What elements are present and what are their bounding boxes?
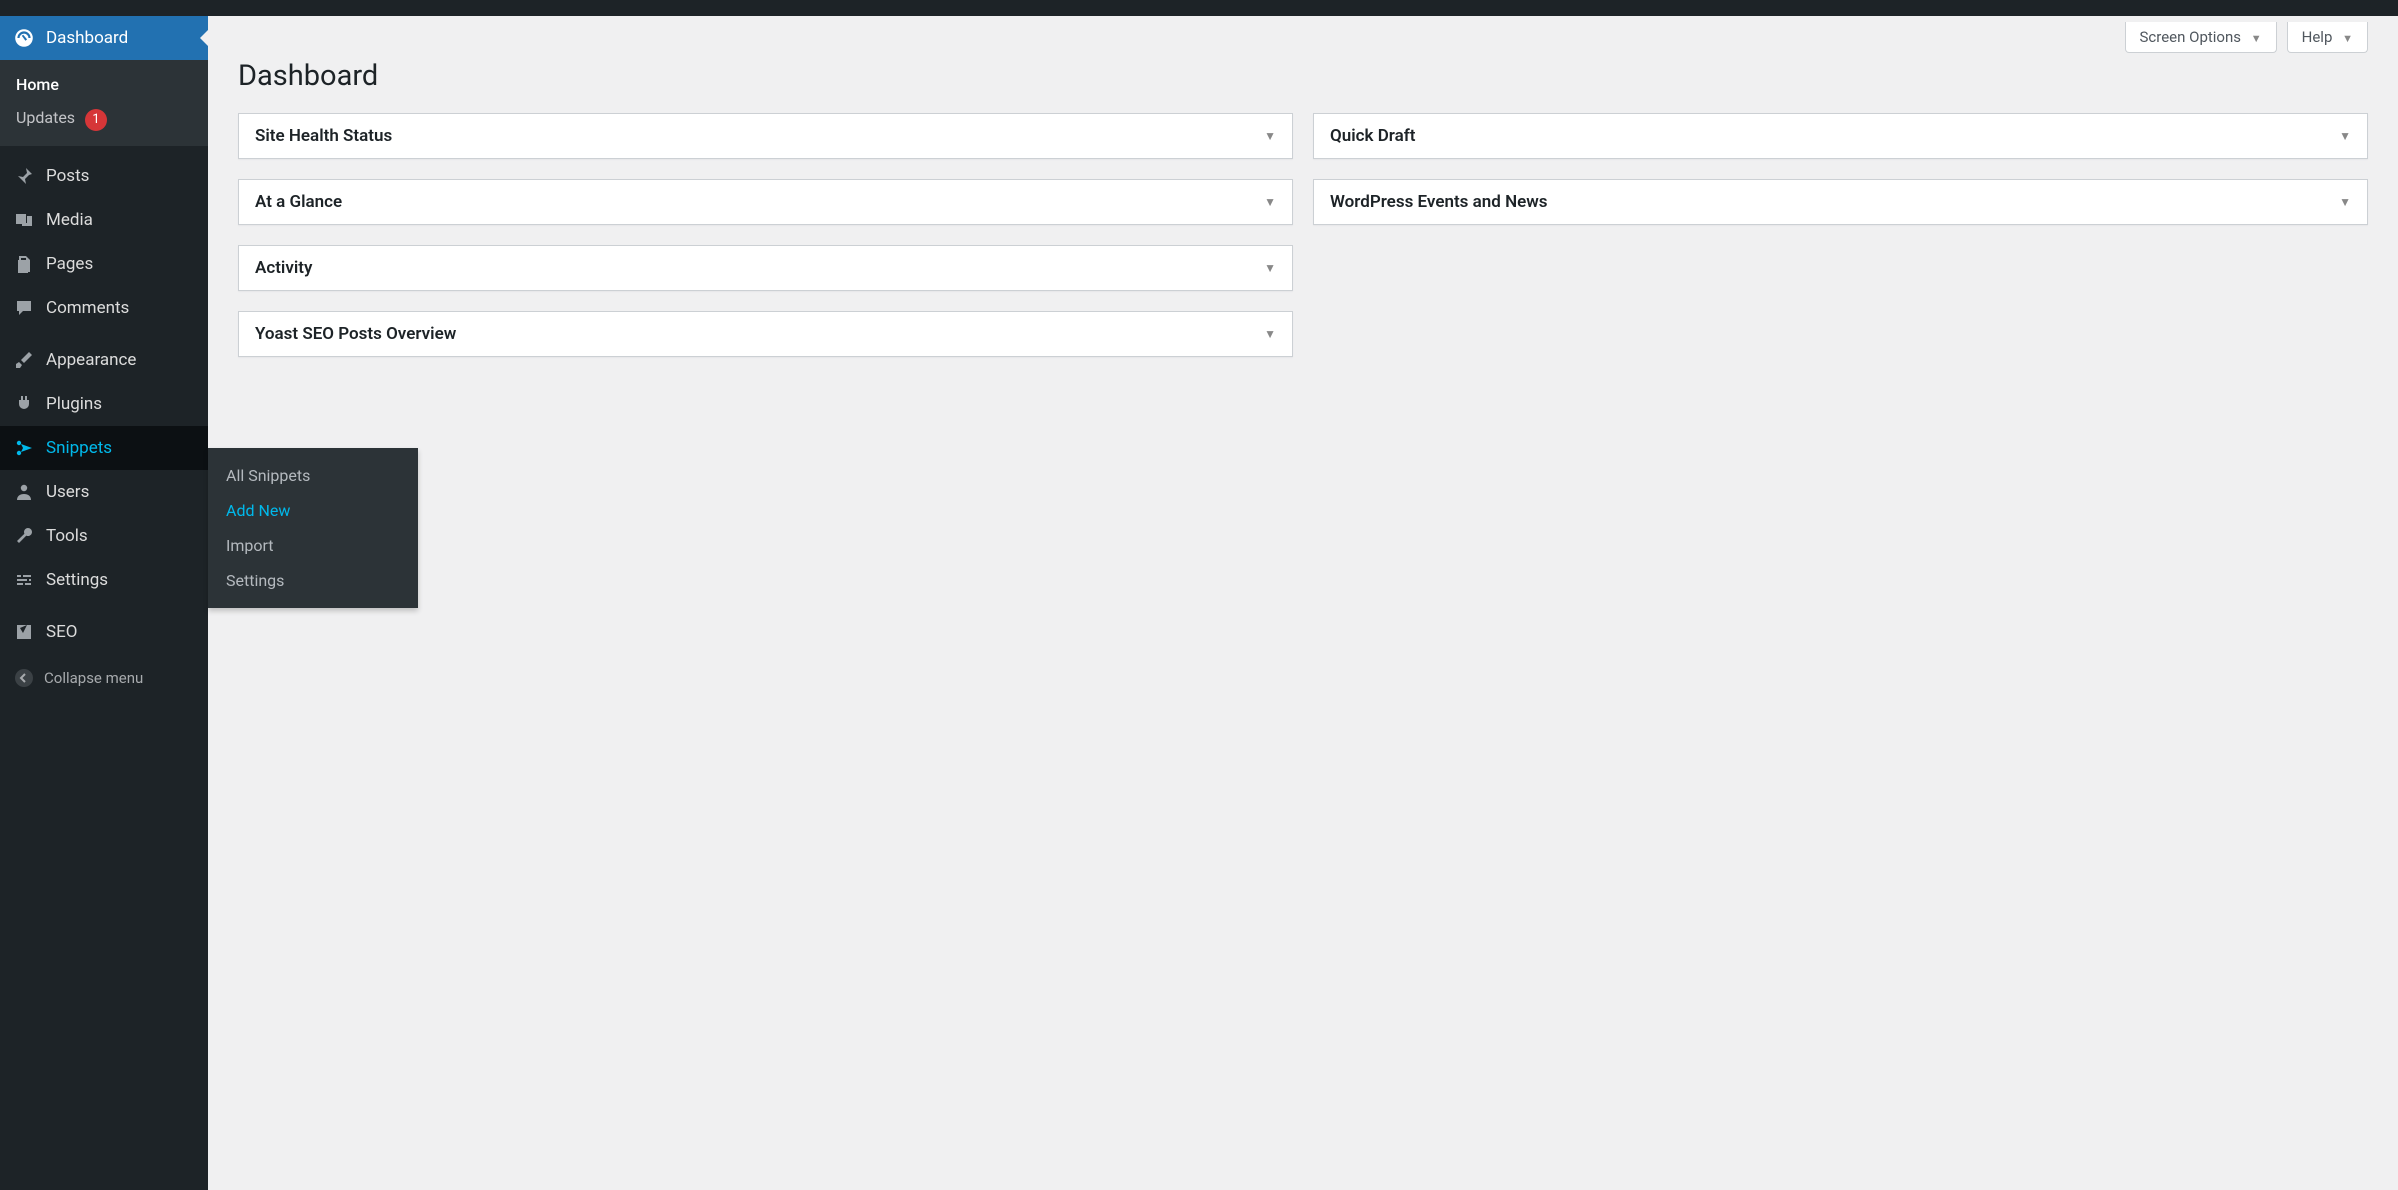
sidebar-item-tools[interactable]: Tools: [0, 514, 208, 558]
dashboard-widgets: Site Health Status ▼ At a Glance ▼ Activ…: [238, 113, 2368, 357]
collapse-icon: [12, 666, 36, 690]
widget-toggle[interactable]: WordPress Events and News ▼: [1314, 180, 2367, 224]
snippets-flyout: All Snippets Add New Import Settings: [208, 448, 418, 608]
plug-icon: [12, 392, 36, 416]
sidebar-item-label: Dashboard: [46, 28, 196, 48]
updates-badge: 1: [85, 109, 107, 131]
collapse-label: Collapse menu: [44, 669, 143, 687]
sidebar-item-dashboard[interactable]: Dashboard: [0, 16, 208, 60]
sidebar-item-label: Pages: [46, 254, 196, 274]
sidebar-item-plugins[interactable]: Plugins: [0, 382, 208, 426]
admin-bar: [0, 0, 2398, 16]
submenu-updates-label: Updates: [16, 108, 75, 127]
sidebar-item-users[interactable]: Users: [0, 470, 208, 514]
widget-at-a-glance: At a Glance ▼: [238, 179, 1293, 225]
admin-sidebar: Dashboard Home Updates 1 Posts Media Pag…: [0, 0, 208, 1190]
widget-title: Site Health Status: [255, 126, 392, 146]
page-title: Dashboard: [238, 59, 2368, 93]
screen-options-tab[interactable]: Screen Options ▼: [2125, 22, 2277, 53]
widget-quick-draft: Quick Draft ▼: [1313, 113, 2368, 159]
widget-yoast-overview: Yoast SEO Posts Overview ▼: [238, 311, 1293, 357]
sidebar-item-appearance[interactable]: Appearance: [0, 338, 208, 382]
sidebar-item-label: Posts: [46, 166, 196, 186]
wrench-icon: [12, 524, 36, 548]
sidebar-item-pages[interactable]: Pages: [0, 242, 208, 286]
chevron-down-icon: ▼: [1264, 261, 1276, 275]
sidebar-item-seo[interactable]: SEO: [0, 610, 208, 654]
sidebar-item-label: Plugins: [46, 394, 196, 414]
help-tab[interactable]: Help ▼: [2287, 22, 2368, 53]
widgets-column-left: Site Health Status ▼ At a Glance ▼ Activ…: [238, 113, 1293, 357]
pages-icon: [12, 252, 36, 276]
widget-toggle[interactable]: Yoast SEO Posts Overview ▼: [239, 312, 1292, 356]
sidebar-item-label: Snippets: [46, 438, 196, 458]
media-icon: [12, 208, 36, 232]
sidebar-item-label: Comments: [46, 298, 196, 318]
chevron-down-icon: ▼: [2251, 32, 2262, 45]
widget-title: At a Glance: [255, 192, 342, 212]
widget-title: Yoast SEO Posts Overview: [255, 324, 456, 344]
sidebar-item-label: Tools: [46, 526, 196, 546]
widget-title: Activity: [255, 258, 312, 278]
dashboard-icon: [12, 26, 36, 50]
widget-activity: Activity ▼: [238, 245, 1293, 291]
widgets-column-right: Quick Draft ▼ WordPress Events and News …: [1313, 113, 2368, 357]
sidebar-item-posts[interactable]: Posts: [0, 154, 208, 198]
widget-toggle[interactable]: Activity ▼: [239, 246, 1292, 290]
widget-toggle[interactable]: Site Health Status ▼: [239, 114, 1292, 158]
pin-icon: [12, 164, 36, 188]
submenu-home[interactable]: Home: [0, 68, 208, 101]
sidebar-item-label: Users: [46, 482, 196, 502]
yoast-icon: [12, 620, 36, 644]
sidebar-item-label: Media: [46, 210, 196, 230]
sidebar-item-comments[interactable]: Comments: [0, 286, 208, 330]
flyout-settings[interactable]: Settings: [208, 563, 418, 598]
dashboard-submenu: Home Updates 1: [0, 60, 208, 146]
chevron-down-icon: ▼: [2342, 32, 2353, 45]
widget-toggle[interactable]: At a Glance ▼: [239, 180, 1292, 224]
sidebar-item-settings[interactable]: Settings: [0, 558, 208, 602]
chevron-down-icon: ▼: [2339, 129, 2351, 143]
submenu-updates[interactable]: Updates 1: [0, 101, 208, 138]
comments-icon: [12, 296, 36, 320]
chevron-down-icon: ▼: [1264, 129, 1276, 143]
contextual-tabs: Screen Options ▼ Help ▼: [238, 16, 2368, 53]
user-icon: [12, 480, 36, 504]
flyout-add-new[interactable]: Add New: [208, 493, 418, 528]
help-label: Help: [2302, 28, 2333, 46]
sidebar-item-label: Appearance: [46, 350, 196, 370]
scissors-icon: [12, 436, 36, 460]
widget-title: Quick Draft: [1330, 126, 1415, 146]
flyout-import[interactable]: Import: [208, 528, 418, 563]
sidebar-item-snippets[interactable]: Snippets: [0, 426, 208, 470]
chevron-down-icon: ▼: [1264, 195, 1276, 209]
widget-wp-news: WordPress Events and News ▼: [1313, 179, 2368, 225]
collapse-menu[interactable]: Collapse menu: [0, 654, 208, 702]
widget-title: WordPress Events and News: [1330, 192, 1548, 212]
main-content: Screen Options ▼ Help ▼ Dashboard Site H…: [208, 16, 2398, 387]
sliders-icon: [12, 568, 36, 592]
flyout-all-snippets[interactable]: All Snippets: [208, 458, 418, 493]
chevron-down-icon: ▼: [2339, 195, 2351, 209]
widget-toggle[interactable]: Quick Draft ▼: [1314, 114, 2367, 158]
sidebar-item-label: SEO: [46, 622, 196, 642]
widget-site-health: Site Health Status ▼: [238, 113, 1293, 159]
screen-options-label: Screen Options: [2140, 28, 2242, 46]
sidebar-item-label: Settings: [46, 570, 196, 590]
chevron-down-icon: ▼: [1264, 327, 1276, 341]
brush-icon: [12, 348, 36, 372]
sidebar-item-media[interactable]: Media: [0, 198, 208, 242]
